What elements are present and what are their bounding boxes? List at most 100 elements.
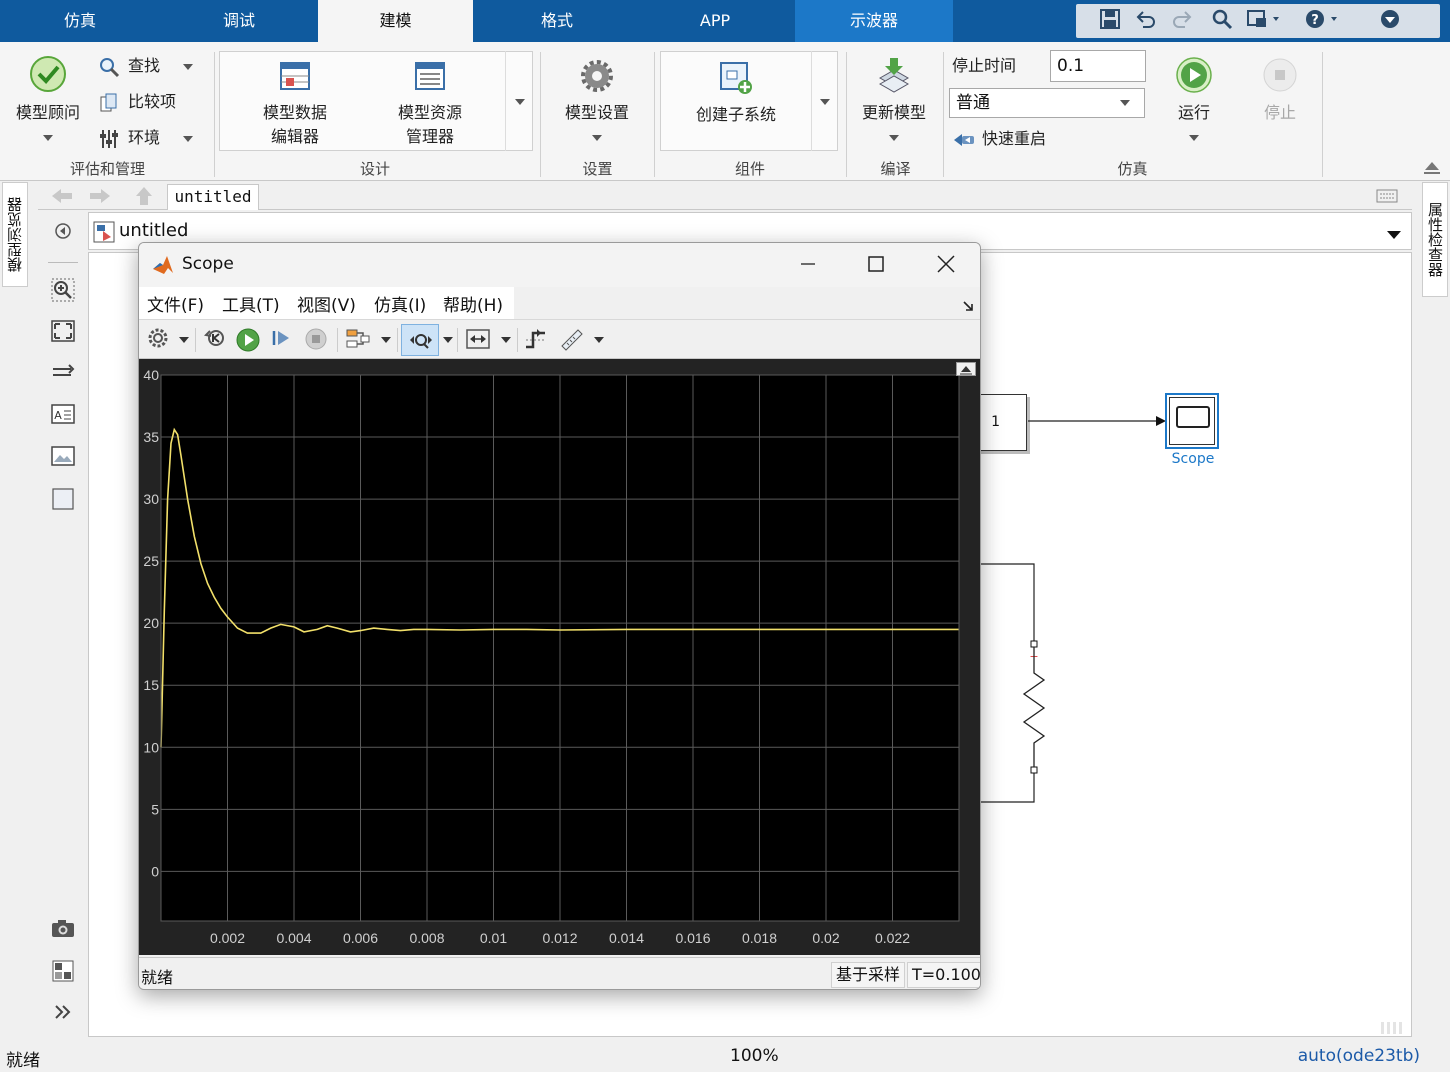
- property-inspector-tab[interactable]: 属性检查器: [1422, 182, 1448, 297]
- window-layout-icon[interactable]: [1244, 8, 1288, 34]
- model-browser-tab[interactable]: 模型浏览器: [2, 182, 28, 287]
- menu-bar-filler: [514, 287, 980, 319]
- menu-simulation[interactable]: 仿真(I): [374, 291, 426, 316]
- chevron-down-icon[interactable]: [179, 337, 189, 343]
- resistor-block: [1022, 647, 1046, 767]
- tab-format[interactable]: 格式: [478, 0, 636, 42]
- model-advisor-button[interactable]: 模型顾问: [8, 54, 88, 149]
- search-icon[interactable]: [1208, 8, 1236, 34]
- chevron-down-icon: [183, 63, 194, 70]
- camera-icon[interactable]: [50, 918, 76, 942]
- design-gallery-expand[interactable]: [505, 51, 533, 151]
- resize-grip[interactable]: [1379, 1020, 1407, 1034]
- autoscale-icon[interactable]: [465, 327, 491, 353]
- area-icon[interactable]: [50, 488, 76, 512]
- divider: [195, 328, 196, 352]
- svg-text:A: A: [54, 409, 62, 422]
- scope-settings-gear-icon[interactable]: [145, 327, 171, 353]
- maximize-button[interactable]: [863, 251, 889, 277]
- magnifier-icon: [98, 56, 120, 78]
- component-gallery-expand[interactable]: [811, 51, 838, 151]
- save-icon[interactable]: [1096, 8, 1124, 34]
- stop-button[interactable]: 停止: [1250, 56, 1310, 125]
- tab-debug[interactable]: 调试: [160, 0, 318, 42]
- menu-view[interactable]: 视图(V): [297, 291, 356, 316]
- divider: [397, 328, 398, 352]
- model-data-editor-button[interactable]: 模型数据 编辑器: [240, 60, 350, 149]
- update-model-button[interactable]: 更新模型: [852, 56, 936, 149]
- chevron-down-icon[interactable]: [594, 337, 604, 343]
- chevron-down-icon[interactable]: [501, 337, 511, 343]
- highlight-model-icon[interactable]: [345, 327, 371, 353]
- x-tick-label: 0.02: [812, 930, 839, 946]
- x-tick-label: 0.016: [675, 930, 710, 946]
- breadcrumb-model-name[interactable]: untitled: [119, 220, 188, 241]
- redo-icon[interactable]: [1168, 8, 1196, 34]
- chevron-down-icon[interactable]: [381, 337, 391, 343]
- undo-icon[interactable]: [1132, 8, 1160, 34]
- undock-plot-button[interactable]: [956, 362, 976, 376]
- forward-arrow-icon[interactable]: [88, 186, 112, 210]
- update-model-icon: [878, 58, 910, 93]
- measurements-icon[interactable]: [559, 327, 585, 353]
- run-icon[interactable]: [235, 327, 261, 353]
- stop-time-input[interactable]: 0.1: [1050, 50, 1146, 82]
- zoom-mode-button[interactable]: [401, 324, 439, 356]
- properties-panel-icon[interactable]: [50, 960, 76, 984]
- keyboard-icon[interactable]: [1376, 189, 1398, 207]
- up-arrow-icon[interactable]: [134, 185, 154, 211]
- menu-tools[interactable]: 工具(T): [222, 291, 280, 316]
- compare-button[interactable]: 比较项: [98, 89, 176, 115]
- run-button[interactable]: 运行: [1162, 56, 1226, 149]
- minimize-button[interactable]: [795, 251, 821, 277]
- step-back-icon[interactable]: [203, 327, 229, 353]
- help-icon[interactable]: ?: [1302, 8, 1346, 34]
- route-lines-icon[interactable]: [50, 362, 76, 386]
- close-button[interactable]: [933, 251, 959, 277]
- breadcrumb-dropdown[interactable]: [1387, 227, 1401, 243]
- simulation-mode-select[interactable]: 普通: [949, 88, 1145, 118]
- tab-scope[interactable]: 示波器: [795, 0, 953, 42]
- x-tick-label: 0.004: [276, 930, 311, 946]
- y-tick-label: 35: [143, 429, 159, 445]
- image-icon[interactable]: [50, 446, 76, 470]
- environment-button[interactable]: 环境: [98, 125, 194, 151]
- resistor-port-top: [1030, 640, 1038, 648]
- solver-link[interactable]: auto(ode23tb): [1298, 1046, 1420, 1066]
- fast-restart-toggle[interactable]: 快速重启: [952, 126, 1046, 152]
- stop-sim-icon[interactable]: [303, 327, 329, 353]
- collapse-ribbon-icon[interactable]: [1376, 8, 1404, 34]
- find-button[interactable]: 查找: [98, 53, 194, 79]
- y-tick-label: 20: [143, 615, 159, 631]
- divider: [48, 262, 78, 263]
- menu-file[interactable]: 文件(F): [147, 291, 204, 316]
- model-settings-button[interactable]: 模型设置: [556, 58, 638, 149]
- scope-status-bar: 就绪 基于采样 T=0.100: [139, 957, 980, 989]
- back-arrow-icon[interactable]: [50, 186, 74, 210]
- step-forward-icon[interactable]: [269, 327, 295, 353]
- tab-apps[interactable]: APP: [636, 0, 794, 42]
- chevron-down-icon: [1189, 134, 1199, 141]
- scope-plot-area[interactable]: 0 5 10 15 20 25 30 35 40 0.002 0.004 0.006 0.008 0.0…: [139, 359, 980, 955]
- x-tick-labels: 0.002 0.004 0.006 0.008 0.01 0.012 0.014 0.016 0…: [210, 930, 910, 946]
- tab-simulation[interactable]: 仿真: [0, 0, 160, 42]
- scope-block-label[interactable]: Scope: [1155, 451, 1231, 467]
- triggers-icon[interactable]: [523, 327, 549, 353]
- tab-modeling[interactable]: 建模: [318, 0, 473, 42]
- zoom-in-icon[interactable]: [50, 278, 76, 302]
- menu-help[interactable]: 帮助(H): [443, 291, 503, 316]
- group-label-design: 设计: [359, 160, 390, 178]
- divider: [214, 52, 215, 177]
- chevron-down-icon[interactable]: [443, 337, 453, 343]
- collapse-ribbon-button[interactable]: [1422, 158, 1442, 176]
- double-chevron-right-icon[interactable]: [50, 1002, 76, 1026]
- scope-block[interactable]: [1165, 393, 1219, 449]
- fit-to-view-icon[interactable]: [50, 320, 76, 344]
- annotation-icon[interactable]: A: [50, 404, 76, 428]
- zoom-level: 100%: [730, 1046, 779, 1066]
- tab-untitled[interactable]: untitled: [167, 184, 259, 210]
- model-explorer-button[interactable]: 模型资源 管理器: [375, 60, 485, 149]
- hide-explorer-bar-icon[interactable]: [50, 222, 76, 246]
- create-subsystem-button[interactable]: 创建子系统: [680, 60, 792, 127]
- undock-arrow-icon[interactable]: [962, 297, 974, 317]
